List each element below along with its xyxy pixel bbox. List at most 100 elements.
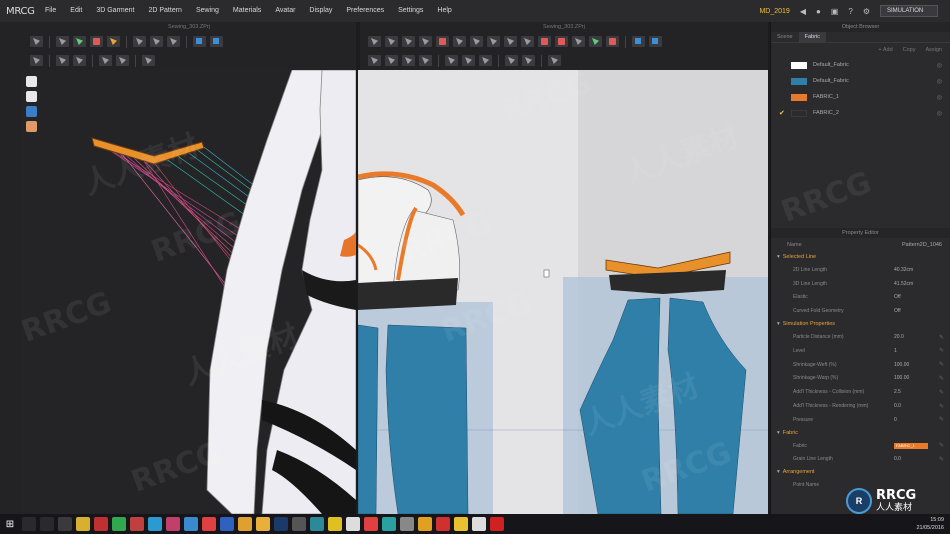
tab-fabric[interactable]: Fabric bbox=[798, 32, 826, 42]
seam-allowance-tool[interactable] bbox=[589, 36, 602, 47]
internal-polygon-tool[interactable] bbox=[504, 36, 517, 47]
tab-scene[interactable]: Scene bbox=[771, 32, 799, 42]
lock-icon[interactable]: ◎ bbox=[937, 62, 942, 69]
folder-icon[interactable] bbox=[256, 517, 270, 531]
app-icon[interactable] bbox=[346, 517, 360, 531]
fabric-item[interactable]: Default_Fabric ◎ bbox=[771, 73, 950, 89]
zipper-tool[interactable] bbox=[30, 55, 43, 66]
lock-icon[interactable]: ◎ bbox=[937, 78, 942, 85]
puckering-tool[interactable] bbox=[479, 55, 492, 66]
topstitch-tool[interactable] bbox=[462, 55, 475, 66]
strap-tool[interactable] bbox=[142, 55, 155, 66]
section-simulation-properties[interactable]: Simulation Properties bbox=[771, 318, 950, 330]
menu-avatar[interactable]: Avatar bbox=[268, 0, 302, 22]
app-icon[interactable] bbox=[202, 517, 216, 531]
cut-seam-tool[interactable] bbox=[436, 36, 449, 47]
fold-arrange-tool[interactable] bbox=[150, 36, 163, 47]
avatar-display-icon[interactable] bbox=[26, 76, 37, 87]
graphic-tool[interactable] bbox=[548, 55, 561, 66]
prop-value[interactable]: Off bbox=[894, 308, 936, 314]
mode-select[interactable]: SIMULATION bbox=[880, 5, 938, 17]
menu-file[interactable]: File bbox=[38, 0, 63, 22]
search-icon[interactable] bbox=[22, 517, 36, 531]
help-icon[interactable]: ? bbox=[848, 7, 852, 16]
menu-sewing[interactable]: Sewing bbox=[189, 0, 226, 22]
assign-button[interactable]: Assign bbox=[925, 47, 942, 53]
edit-curvature-tool[interactable] bbox=[402, 36, 415, 47]
internal-rectangle-tool[interactable] bbox=[521, 36, 534, 47]
edit-icon[interactable]: ✎ bbox=[936, 442, 944, 449]
check-sewing-tool[interactable] bbox=[445, 55, 458, 66]
pin-marker[interactable] bbox=[543, 269, 550, 278]
windows-start-icon[interactable]: ⊞ bbox=[0, 514, 20, 534]
buttonhole-tool[interactable] bbox=[73, 55, 86, 66]
marvelous-designer-icon[interactable] bbox=[454, 517, 468, 531]
transform-pattern-tool[interactable] bbox=[368, 36, 381, 47]
arrange-tool[interactable] bbox=[133, 36, 146, 47]
m-n-sewing-tool[interactable] bbox=[419, 55, 432, 66]
edit-icon[interactable]: ✎ bbox=[936, 389, 944, 396]
edit-icon[interactable]: ✎ bbox=[936, 416, 944, 423]
fabric-item[interactable]: Default_Fabric ◎ bbox=[771, 57, 950, 73]
button-tool[interactable] bbox=[56, 55, 69, 66]
edit-icon[interactable]: ✎ bbox=[936, 347, 944, 354]
prop-value[interactable]: 0.0 bbox=[894, 456, 936, 462]
pattern-band-right[interactable] bbox=[609, 270, 726, 294]
pattern-leg-left-b[interactable] bbox=[385, 324, 469, 514]
edit-icon[interactable]: ✎ bbox=[936, 375, 944, 382]
photoshop-icon[interactable] bbox=[274, 517, 288, 531]
fabric-item[interactable]: FABRIC_1 ◎ bbox=[771, 89, 950, 105]
avatar-pose-icon[interactable] bbox=[26, 91, 37, 102]
select-move-tool[interactable] bbox=[30, 36, 43, 47]
app-icon[interactable] bbox=[382, 517, 396, 531]
settings-icon[interactable]: ⚙ bbox=[863, 7, 870, 16]
sound-icon[interactable]: ◀ bbox=[800, 7, 806, 16]
prop-value[interactable]: 100.00 bbox=[894, 375, 936, 381]
edit-sewing-tool[interactable] bbox=[368, 55, 381, 66]
viewport-3d[interactable] bbox=[22, 70, 356, 514]
app-icon[interactable] bbox=[112, 517, 126, 531]
add-button[interactable]: + Add bbox=[878, 47, 892, 53]
app-icon[interactable] bbox=[400, 517, 414, 531]
copy-button[interactable]: Copy bbox=[903, 47, 916, 53]
prop-value[interactable]: 2.5 bbox=[894, 389, 936, 395]
menu-3d-garment[interactable]: 3D Garment bbox=[89, 0, 141, 22]
app-icon[interactable] bbox=[310, 517, 324, 531]
menu-2d-pattern[interactable]: 2D Pattern bbox=[141, 0, 188, 22]
segment-sewing-tool[interactable] bbox=[385, 55, 398, 66]
user-name[interactable]: MD_2019 bbox=[759, 8, 789, 15]
polygon-tool[interactable] bbox=[453, 36, 466, 47]
texture-rotate-tool[interactable] bbox=[649, 36, 662, 47]
edit-annotation-tool[interactable] bbox=[522, 55, 535, 66]
avatar-measure-tool[interactable] bbox=[193, 36, 206, 47]
pattern-leg-left-a[interactable] bbox=[358, 324, 379, 514]
app-icon[interactable] bbox=[166, 517, 180, 531]
pattern-band-left[interactable] bbox=[358, 278, 458, 310]
menu-display[interactable]: Display bbox=[302, 0, 339, 22]
prop-value[interactable]: 41.52cm bbox=[894, 281, 936, 287]
tray-app-icon[interactable] bbox=[58, 517, 72, 531]
add-point-tool[interactable] bbox=[419, 36, 432, 47]
section-selected-line[interactable]: Selected Line bbox=[771, 251, 950, 263]
system-clock[interactable]: 15:09 21/05/2016 bbox=[916, 516, 944, 532]
edit-texture-tool[interactable] bbox=[632, 36, 645, 47]
steam-tool[interactable] bbox=[167, 36, 180, 47]
cart-icon[interactable]: ▣ bbox=[831, 7, 839, 16]
tape-tool[interactable] bbox=[116, 55, 129, 66]
fabric-select[interactable]: FABRIC_1 bbox=[894, 442, 936, 449]
prop-value[interactable]: 1 bbox=[894, 348, 936, 354]
edit-pattern-tool[interactable] bbox=[385, 36, 398, 47]
prop-value[interactable]: Off bbox=[894, 294, 936, 300]
lock-icon[interactable]: ◎ bbox=[937, 94, 942, 101]
edit-icon[interactable]: ✎ bbox=[936, 334, 944, 341]
waistband-3d[interactable] bbox=[91, 137, 205, 165]
fabric-item[interactable]: ✔ FABRIC_2 ◎ bbox=[771, 105, 950, 121]
edit-icon[interactable]: ✎ bbox=[936, 456, 944, 463]
menu-help[interactable]: Help bbox=[430, 0, 458, 22]
tack-tool[interactable] bbox=[90, 36, 103, 47]
app-icon[interactable] bbox=[436, 517, 450, 531]
prop-value[interactable]: 20.0 bbox=[894, 334, 936, 340]
app-icon[interactable] bbox=[418, 517, 432, 531]
app-icon[interactable] bbox=[184, 517, 198, 531]
chrome-icon[interactable] bbox=[238, 517, 252, 531]
